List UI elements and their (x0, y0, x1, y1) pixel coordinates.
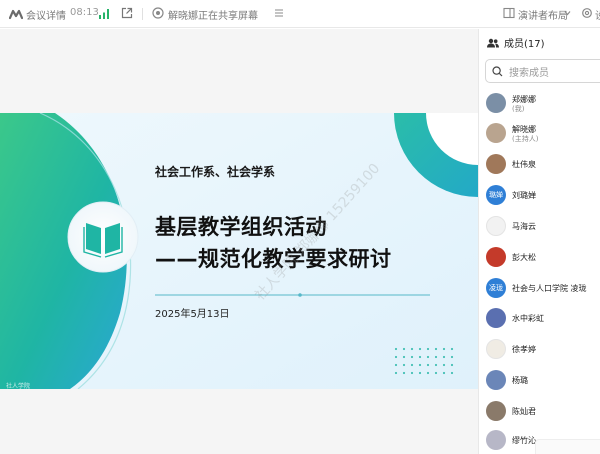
member-name: 杜伟泉 (512, 160, 536, 169)
meeting-timer: 08:13 (70, 7, 99, 18)
member-item[interactable]: 凌珑 社会与人口学院 凌珑 (486, 278, 600, 298)
screen-share-icon (152, 7, 164, 19)
avatar-initials: 璐婵 (489, 191, 503, 199)
settings-label[interactable]: 设 (595, 7, 600, 22)
slide-subtitle: 社会工作系、社会学系 (155, 165, 276, 179)
avatar (486, 154, 506, 174)
avatar: 凌珑 (486, 278, 506, 298)
members-panel: 成员(17) 搜索成员 郑娜娜 (我) 解晓娜 (主持人) 杜伟泉璐婵 刘璐婵马海云彭大松… (478, 29, 600, 454)
member-name: 水中彩虹 (512, 314, 544, 323)
avatar (486, 93, 506, 113)
signal-strength-icon[interactable] (99, 8, 111, 19)
app-logo-icon (9, 9, 23, 20)
chevron-down-icon[interactable] (564, 10, 571, 16)
shared-screen-stage: 社会工作系、社会学系 基层教学组织活动 ——规范化教学要求研讨 2025年5月1… (0, 29, 478, 454)
popout-icon[interactable] (121, 7, 133, 19)
avatar (486, 430, 506, 450)
avatar (486, 401, 506, 421)
layout-selector[interactable]: 演讲者布局 (518, 7, 568, 22)
members-count-title: 成员(17) (504, 39, 545, 50)
share-options-icon[interactable] (274, 8, 284, 18)
member-name: 社会与人口学院 凌珑 (512, 284, 587, 293)
layout-icon[interactable] (503, 7, 515, 19)
member-name: 刘璐婵 (512, 191, 536, 200)
member-name: 徐孝婷 (512, 345, 536, 354)
search-placeholder: 搜索成员 (509, 67, 549, 79)
slide-footer: 社人学院 (6, 383, 31, 389)
member-name: 杨璐 (512, 376, 528, 385)
members-header: 成员(17) (487, 35, 545, 50)
search-icon (492, 65, 503, 76)
member-name: 缪竹沁 (512, 436, 536, 445)
slide-date: 2025年5月13日 (155, 309, 230, 320)
member-item[interactable]: 杨璐 (486, 370, 600, 390)
avatar (486, 216, 506, 236)
screen-share-status: 解晓娜正在共享屏幕 (168, 11, 258, 22)
avatar (486, 247, 506, 267)
avatar (486, 123, 506, 143)
member-item[interactable]: 璐婵 刘璐婵 (486, 185, 600, 205)
meeting-window: 会议详情 08:13 解晓娜正在共享屏幕 演讲者布局 社会工作系、社会学系 基层… (0, 0, 600, 454)
gear-icon[interactable] (581, 7, 593, 19)
member-item[interactable]: 陈灿君 (486, 401, 600, 421)
member-role: (主持人) (512, 135, 539, 143)
avatar: 璐婵 (486, 185, 506, 205)
member-name: 马海云 (512, 222, 536, 231)
member-item[interactable]: 彭大松 (486, 247, 600, 267)
member-item[interactable]: 徐孝婷 (486, 339, 600, 359)
member-item[interactable]: 水中彩虹 (486, 308, 600, 328)
meeting-details-link[interactable]: 会议详情 (26, 7, 66, 22)
avatar-initials: 凌珑 (489, 284, 503, 292)
member-search-input[interactable]: 搜索成员 (485, 59, 600, 83)
member-role: (我) (512, 105, 525, 113)
member-item[interactable]: 杜伟泉 (486, 154, 600, 174)
avatar (486, 370, 506, 390)
member-item[interactable]: 解晓娜 (主持人) (486, 123, 600, 143)
avatar (486, 339, 506, 359)
member-item[interactable]: 郑娜娜 (我) (486, 93, 600, 113)
toolbar-divider (142, 8, 143, 20)
top-bar: 会议详情 08:13 解晓娜正在共享屏幕 演讲者布局 (0, 0, 600, 28)
member-name: 彭大松 (512, 253, 536, 262)
member-name: 陈灿君 (512, 407, 536, 416)
panel-footer-controls[interactable] (535, 439, 600, 454)
presentation-slide: 社会工作系、社会学系 基层教学组织活动 ——规范化教学要求研讨 2025年5月1… (0, 113, 478, 389)
people-icon (487, 38, 499, 47)
member-item[interactable]: 马海云 (486, 216, 600, 236)
avatar (486, 308, 506, 328)
